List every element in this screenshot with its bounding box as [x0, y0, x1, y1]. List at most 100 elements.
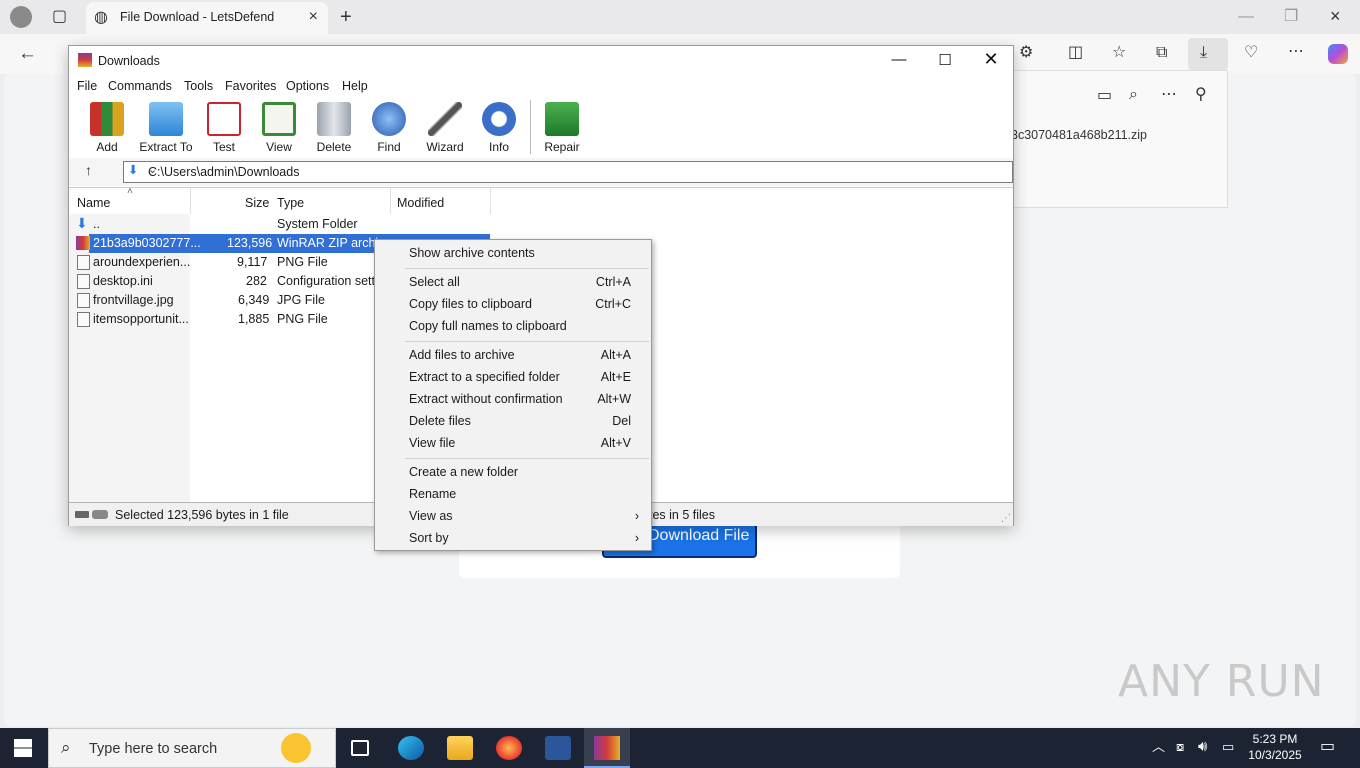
- restore-browser-icon[interactable]: ❐: [1284, 9, 1298, 25]
- extract-folder-icon: [149, 102, 183, 136]
- add-icon: [90, 102, 124, 136]
- task-view-icon[interactable]: [351, 740, 369, 756]
- winrar-title-bar: Downloads — ☐ ✕: [69, 46, 1013, 76]
- menu-commands[interactable]: Commands: [108, 79, 172, 93]
- test-button[interactable]: Test: [196, 102, 252, 154]
- view-button[interactable]: View: [251, 102, 307, 154]
- new-tab-icon[interactable]: +: [340, 7, 352, 27]
- menu-separator: [405, 341, 649, 342]
- view-book-icon: [262, 102, 296, 136]
- column-divider: [190, 188, 191, 214]
- menu-item-select-all[interactable]: Select all Ctrl+A: [377, 271, 649, 293]
- menu-file[interactable]: File: [77, 79, 97, 93]
- menu-item-sort-by[interactable]: Sort by ›: [377, 527, 649, 549]
- extract-to-button[interactable]: Extract To: [137, 102, 195, 154]
- collections-icon[interactable]: ⧉: [1156, 45, 1167, 61]
- clock-date: 10/3/2025: [1248, 748, 1302, 762]
- open-folder-icon[interactable]: ▭: [1097, 88, 1112, 104]
- minimize-icon[interactable]: —: [889, 51, 909, 71]
- show-hidden-icons-icon[interactable]: ︿: [1152, 740, 1165, 753]
- file-explorer-taskbar-icon[interactable]: [447, 736, 473, 760]
- column-divider: [390, 188, 391, 214]
- search-icon[interactable]: ⌕: [1129, 87, 1138, 103]
- menu-item-add-files[interactable]: Add files to archive Alt+A: [377, 344, 649, 366]
- menu-item-extract-no-confirm[interactable]: Extract without confirmation Alt+W: [377, 388, 649, 410]
- add-button[interactable]: Add: [79, 102, 135, 154]
- delete-button[interactable]: Delete: [306, 102, 362, 154]
- globe-icon: ◍: [94, 9, 108, 26]
- favorites-icon[interactable]: ☆: [1112, 45, 1126, 61]
- path-combobox[interactable]: ⬇ C:\Users\admin\Downloads ⌄: [123, 161, 1013, 183]
- trash-icon: [317, 102, 351, 136]
- pin-icon[interactable]: ⚲: [1195, 87, 1207, 103]
- browser-tab[interactable]: ◍ File Download - LetsDefend ×: [86, 2, 328, 34]
- notifications-icon[interactable]: ▭: [1320, 739, 1335, 755]
- word-taskbar-icon[interactable]: [545, 736, 571, 760]
- wizard-button[interactable]: Wizard: [417, 102, 473, 154]
- menu-options[interactable]: Options: [286, 79, 329, 93]
- menu-favorites[interactable]: Favorites: [225, 79, 276, 93]
- find-button[interactable]: Find: [361, 102, 417, 154]
- repair-icon: [545, 102, 579, 136]
- menu-item-copy-full-names[interactable]: Copy full names to clipboard: [377, 315, 649, 337]
- taskbar-search-box[interactable]: ⌕ Type here to search: [48, 728, 336, 768]
- column-name[interactable]: Name: [77, 196, 110, 210]
- more-menu-icon[interactable]: ⋯: [1288, 44, 1304, 60]
- file-row-parent[interactable]: ⬇ .. System Folder: [69, 215, 490, 234]
- meet-now-icon[interactable]: ⧇: [1176, 740, 1184, 753]
- repair-button[interactable]: Repair: [534, 102, 590, 154]
- download-icon: ⤓: [1200, 44, 1208, 61]
- split-screen-icon[interactable]: ◫: [1068, 45, 1083, 61]
- menu-help[interactable]: Help: [342, 79, 368, 93]
- menu-item-rename[interactable]: Rename: [377, 483, 649, 505]
- tab-actions-icon[interactable]: ▢: [52, 9, 67, 25]
- menu-item-view-as[interactable]: View as ›: [377, 505, 649, 527]
- column-type[interactable]: Type: [277, 196, 304, 210]
- edge-taskbar-icon[interactable]: [398, 736, 424, 760]
- test-icon: [207, 102, 241, 136]
- submenu-arrow-icon: ›: [634, 531, 639, 545]
- extensions-icon[interactable]: ⚙: [1019, 45, 1033, 61]
- menu-separator: [405, 268, 649, 269]
- menu-item-delete-files[interactable]: Delete files Del: [377, 410, 649, 432]
- network-icon[interactable]: ▭: [1222, 740, 1234, 753]
- menu-tools[interactable]: Tools: [184, 79, 213, 93]
- back-icon[interactable]: ←: [18, 44, 37, 63]
- menu-item-copy-files[interactable]: Copy files to clipboard Ctrl+C: [377, 293, 649, 315]
- taskbar-clock[interactable]: 5:23 PM 10/3/2025: [1240, 731, 1310, 763]
- lock-drive-icon: [92, 510, 108, 519]
- chevron-down-icon[interactable]: ⌄: [148, 165, 1008, 176]
- downloads-button[interactable]: ⤓: [1188, 38, 1228, 70]
- profile-icon[interactable]: [10, 6, 32, 28]
- column-modified[interactable]: Modified: [397, 196, 444, 210]
- menu-item-create-folder[interactable]: Create a new folder: [377, 461, 649, 483]
- browser-essentials-icon[interactable]: ♡: [1244, 45, 1258, 61]
- minimize-browser-icon[interactable]: —: [1238, 9, 1254, 25]
- close-icon[interactable]: ✕: [981, 49, 1001, 69]
- info-icon: [482, 102, 516, 136]
- start-button[interactable]: [14, 739, 32, 757]
- winrar-taskbar-button[interactable]: [584, 728, 630, 768]
- winrar-menu-bar: File Commands Tools Favorites Options He…: [69, 76, 1013, 96]
- volume-icon[interactable]: 🔊︎: [1198, 739, 1207, 754]
- menu-item-view-file[interactable]: View file Alt+V: [377, 432, 649, 454]
- firefox-taskbar-icon[interactable]: [496, 736, 522, 760]
- menu-item-extract-to-folder[interactable]: Extract to a specified folder Alt+E: [377, 366, 649, 388]
- column-size[interactable]: Size: [245, 196, 269, 210]
- menu-item-show-archive-contents[interactable]: Show archive contents: [377, 242, 649, 264]
- winrar-title: Downloads: [98, 54, 160, 68]
- file-icon: [77, 312, 90, 327]
- info-button[interactable]: Info: [471, 102, 527, 154]
- winrar-app-icon: [78, 53, 92, 67]
- close-tab-icon[interactable]: ×: [309, 8, 318, 26]
- panel-more-icon[interactable]: ⋯: [1161, 87, 1177, 103]
- file-icon: [77, 293, 90, 308]
- drive-arrow-icon: ⬇: [128, 163, 139, 177]
- download-filename[interactable]: 3c3070481a468b211.zip: [1011, 128, 1147, 142]
- settings-file-icon: [77, 274, 90, 289]
- close-browser-icon[interactable]: ×: [1330, 7, 1341, 25]
- resize-grip-icon[interactable]: ⋰: [1001, 513, 1011, 524]
- up-folder-icon[interactable]: ↑: [85, 163, 92, 177]
- copilot-icon[interactable]: [1328, 44, 1348, 64]
- maximize-icon[interactable]: ☐: [935, 51, 955, 71]
